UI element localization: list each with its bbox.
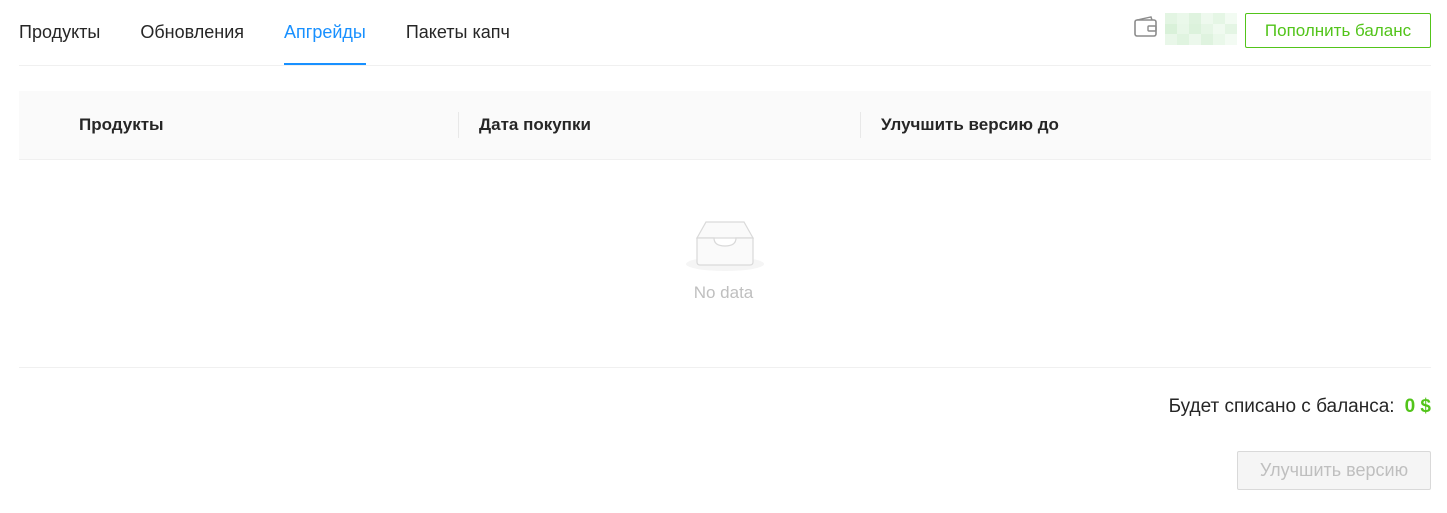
tab-upgrades[interactable]: Апгрейды [284, 0, 366, 65]
wallet-icon [1134, 16, 1157, 37]
table-bottom-border [19, 367, 1431, 368]
table-header: Продукты Дата покупки Улучшить версию до [19, 91, 1431, 160]
tab-products[interactable]: Продукты [19, 0, 100, 65]
charge-summary: Будет списано с баланса: 0 $ [1169, 396, 1431, 418]
column-header-upgrade-to: Улучшить версию до [881, 115, 1059, 134]
tabs-divider [19, 65, 1431, 66]
charge-label: Будет списано с баланса: [1168, 396, 1395, 417]
empty-inbox-icon [686, 221, 764, 271]
tab-bar: Продукты Обновления Апгрейды Пакеты капч [19, 0, 550, 65]
empty-state-text: No data [693, 283, 754, 302]
topup-balance-button[interactable]: Пополнить баланс [1245, 13, 1431, 48]
column-separator [458, 112, 459, 138]
column-header-products: Продукты [79, 115, 164, 134]
upgrades-page: Продукты Обновления Апгрейды Пакеты капч… [0, 0, 1447, 513]
column-header-purchase-date: Дата покупки [479, 115, 591, 134]
upgrade-version-button[interactable]: Улучшить версию [1237, 451, 1431, 490]
column-separator [860, 112, 861, 138]
balance-value-redacted [1165, 13, 1237, 45]
tab-updates[interactable]: Обновления [140, 0, 244, 65]
charge-amount: 0 $ [1404, 396, 1431, 417]
tab-captcha-packages[interactable]: Пакеты капч [406, 0, 510, 65]
